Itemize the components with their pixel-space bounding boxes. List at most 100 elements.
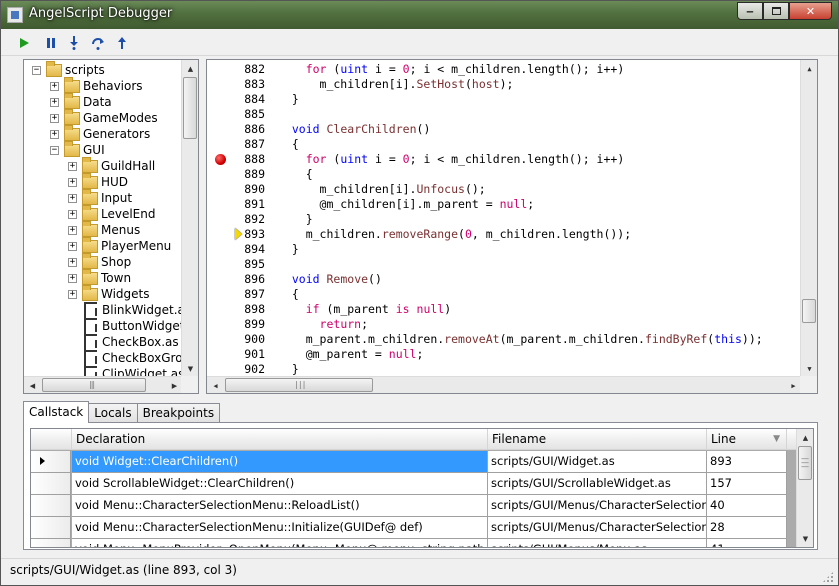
code-line[interactable]: 899 return; (207, 317, 817, 332)
table-row[interactable]: void ScrollableWidget::ClearChildren() sc… (31, 473, 801, 495)
row-header[interactable] (31, 517, 71, 539)
code-line[interactable]: 888 for (uint i = 0; i < m_children.leng… (207, 152, 817, 167)
tree-horizontal-scrollbar[interactable]: ◀ ||| ▶ (24, 376, 183, 393)
table-row[interactable]: void Widget::ClearChildren() scripts/GUI/… (31, 451, 801, 473)
scroll-down-icon[interactable]: ▼ (801, 360, 817, 377)
column-declaration[interactable]: Declaration (72, 429, 488, 450)
tree-vscroll-thumb[interactable] (183, 77, 197, 139)
scroll-down-icon[interactable]: ▼ (182, 360, 198, 377)
row-header[interactable] (31, 473, 71, 495)
expand-icon[interactable]: + (68, 241, 77, 251)
tree-item-gui[interactable]: − GUI (50, 140, 105, 158)
scroll-up-icon[interactable]: ▲ (182, 60, 198, 77)
cell-line[interactable]: 157 (707, 473, 787, 495)
tree-item-shop[interactable]: + Shop (68, 252, 131, 270)
tree-item-checkbox-as[interactable]: CheckBox.as (68, 334, 179, 350)
code-line[interactable]: 898 if (m_parent is null) (207, 302, 817, 317)
table-row[interactable]: void Menu::CharacterSelectionMenu::Reloa… (31, 495, 801, 517)
code-line[interactable]: 892 } (207, 212, 817, 227)
row-header[interactable] (31, 451, 71, 473)
code-line[interactable]: 895 (207, 257, 817, 272)
code-line[interactable]: 891 @m_children[i].m_parent = null; (207, 197, 817, 212)
callstack-grid[interactable]: Declaration Filename Line ▼ void Widget:… (30, 428, 814, 548)
step-over-button[interactable] (89, 34, 107, 52)
callstack-vertical-scrollbar[interactable]: ▲ — — — ▼ (796, 429, 813, 547)
code-line[interactable]: 902 } (207, 362, 817, 377)
code-hscroll-thumb[interactable]: ||| (225, 378, 373, 392)
expand-icon[interactable]: + (50, 113, 59, 123)
cell-filename[interactable]: scripts/GUI/ScrollableWidget.as (488, 473, 707, 495)
tree-item-checkboxgroup[interactable]: CheckBoxGroup (68, 350, 198, 366)
code-vertical-scrollbar[interactable]: ▲ ▼ (800, 60, 817, 377)
code-line[interactable]: 900 m_parent.m_children.removeAt(m_paren… (207, 332, 817, 347)
cell-line[interactable]: 40 (707, 495, 787, 517)
tree-item-buttonwidget-as[interactable]: ButtonWidget.as (68, 318, 198, 334)
code-line[interactable]: 882 for (uint i = 0; i < m_children.leng… (207, 62, 817, 77)
column-line[interactable]: Line ▼ (707, 429, 787, 450)
cell-filename[interactable]: scripts/GUI/Widget.as (488, 451, 707, 473)
collapse-icon[interactable]: − (32, 65, 41, 75)
code-line[interactable]: 886 void ClearChildren() (207, 122, 817, 137)
tree-item-menus[interactable]: + Menus (68, 220, 140, 238)
step-out-button[interactable] (113, 34, 131, 52)
tree-item-blinkwidget-as[interactable]: BlinkWidget.as (68, 302, 191, 318)
tab-breakpoints[interactable]: Breakpoints (136, 403, 221, 423)
tree-item-hud[interactable]: + HUD (68, 172, 128, 190)
breakpoint-icon[interactable] (215, 154, 226, 165)
cell-filename[interactable]: scripts/GUI/Menus/CharacterSelectionMe..… (488, 517, 707, 539)
code-line[interactable]: 889 { (207, 167, 817, 182)
code-line[interactable]: 894 } (207, 242, 817, 257)
title-bar[interactable]: AngelScript Debugger ‒ ✕ (1, 1, 838, 29)
code-editor[interactable]: 882 for (uint i = 0; i < m_children.leng… (206, 59, 818, 394)
code-line[interactable]: 885 (207, 107, 817, 122)
expand-icon[interactable]: + (68, 161, 77, 171)
collapse-icon[interactable]: − (50, 145, 59, 155)
code-line[interactable]: 896 void Remove() (207, 272, 817, 287)
table-row[interactable]: void Menu::CharacterSelectionMenu::Initi… (31, 517, 801, 539)
cell-filename[interactable]: scripts/GUI/Menus/CharacterSelectionMe..… (488, 495, 707, 517)
cell-declaration[interactable]: void ScrollableWidget::ClearChildren() (72, 473, 488, 495)
cell-declaration[interactable]: void Menu::CharacterSelectionMenu::Initi… (72, 517, 488, 539)
expand-icon[interactable]: + (50, 97, 59, 107)
close-button[interactable]: ✕ (789, 2, 832, 20)
expand-icon[interactable]: + (50, 81, 59, 91)
code-line[interactable]: 901 @m_parent = null; (207, 347, 817, 362)
expand-icon[interactable]: + (68, 177, 77, 187)
scroll-down-icon[interactable]: ▼ (797, 530, 813, 547)
tree-item-widgets[interactable]: + Widgets (68, 284, 150, 302)
code-line[interactable]: 884 } (207, 92, 817, 107)
expand-icon[interactable]: + (68, 193, 77, 203)
cell-line[interactable]: 893 (707, 451, 787, 473)
expand-icon[interactable]: + (68, 273, 77, 283)
step-into-button[interactable] (65, 34, 83, 52)
scroll-up-icon[interactable]: ▲ (801, 60, 817, 77)
maximize-button[interactable] (763, 2, 789, 20)
code-line[interactable]: 897 { (207, 287, 817, 302)
expand-icon[interactable]: + (68, 289, 77, 299)
code-line[interactable]: 890 m_children[i].Unfocus(); (207, 182, 817, 197)
tree-item-data[interactable]: + Data (50, 92, 112, 110)
tree-item-input[interactable]: + Input (68, 188, 132, 206)
code-line[interactable]: 893 m_children.removeRange(0, m_children… (207, 227, 817, 242)
cell-line[interactable]: 41 (707, 539, 787, 547)
column-filename[interactable]: Filename (488, 429, 707, 450)
cell-declaration[interactable]: void Menu::MenuProvider::OpenMenu(Menu::… (72, 539, 488, 547)
scroll-left-icon[interactable]: ◀ (24, 377, 41, 393)
pause-button[interactable] (42, 34, 60, 52)
tab-locals[interactable]: Locals (88, 403, 138, 423)
tree-hscroll-thumb[interactable]: ||| (42, 378, 146, 392)
scroll-up-icon[interactable]: ▲ (797, 429, 813, 446)
cell-line[interactable]: 28 (707, 517, 787, 539)
cell-declaration[interactable]: void Menu::CharacterSelectionMenu::Reloa… (72, 495, 488, 517)
cell-declaration[interactable]: void Widget::ClearChildren() (72, 451, 488, 473)
script-tree[interactable]: − scripts + Behaviors + Data + GameModes + Genera… (23, 59, 199, 394)
expand-icon[interactable]: + (68, 225, 77, 235)
row-header[interactable] (31, 495, 71, 517)
tab-callstack[interactable]: Callstack (23, 401, 90, 423)
expand-icon[interactable]: + (68, 257, 77, 267)
code-vscroll-thumb[interactable] (802, 299, 816, 323)
table-row[interactable]: void Menu::MenuProvider::OpenMenu(Menu::… (31, 539, 801, 547)
run-button[interactable] (15, 34, 33, 52)
code-horizontal-scrollbar[interactable]: ◀ ||| ▶ (207, 376, 802, 393)
callstack-vscroll-thumb[interactable]: — — — (798, 446, 812, 480)
